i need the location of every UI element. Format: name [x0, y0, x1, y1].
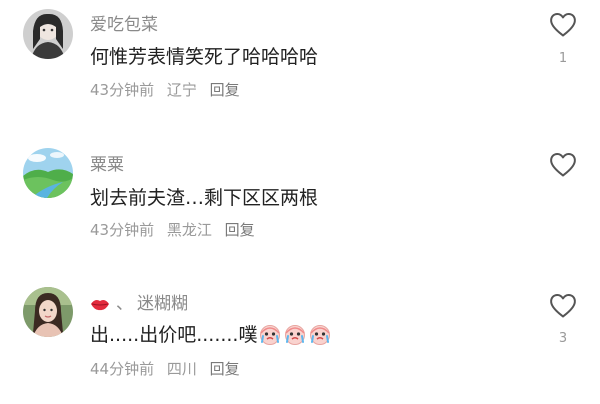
comment-location: 四川: [166, 360, 197, 378]
comment-time: 43分钟前: [90, 81, 155, 99]
comment-text: 出.....出价吧.......噗: [90, 320, 332, 350]
crying-emoji-icon: [258, 323, 282, 350]
heart-icon: [550, 13, 576, 37]
comment-time: 43分钟前: [90, 221, 155, 239]
comment-meta: 44分钟前 四川 回复: [90, 358, 248, 379]
like-count: 1: [558, 51, 568, 66]
comment-meta: 43分钟前 黑龙江 回复: [90, 219, 263, 240]
comment-list: 爱吃包菜 何惟芳表情笑死了哈哈哈哈 43分钟前 辽宁 回复 1 粟粟 划去前夫渣…: [0, 0, 600, 404]
comment-text: 划去前夫渣…剩下区区两根: [90, 187, 319, 209]
heart-icon: [550, 153, 576, 177]
comment-text-body: 出.....出价吧.......噗: [90, 324, 258, 346]
like-button[interactable]: [549, 12, 577, 42]
reply-button[interactable]: 回复: [210, 360, 240, 378]
comment-location: 辽宁: [166, 81, 197, 99]
crying-emoji-icon: [308, 323, 332, 350]
reply-button[interactable]: 回复: [225, 221, 255, 239]
comment-item: 爱吃包菜 何惟芳表情笑死了哈哈哈哈 43分钟前 辽宁 回复 1: [0, 0, 600, 130]
like-button[interactable]: [549, 293, 577, 323]
username[interactable]: 粟粟: [90, 150, 124, 175]
comment-time: 44分钟前: [90, 360, 155, 378]
comment-text: 何惟芳表情笑死了哈哈哈哈: [90, 46, 319, 68]
username[interactable]: 爱吃包菜: [90, 10, 158, 35]
comment-item: 、迷糊糊 出.....出价吧.......噗 44分钟前 四川 回复 3: [0, 277, 600, 404]
avatar-girl-photo-icon: [23, 9, 73, 59]
username[interactable]: 、迷糊糊: [90, 289, 188, 317]
reply-button[interactable]: 回复: [210, 81, 240, 99]
avatar[interactable]: [23, 287, 73, 337]
crying-emoji-icon: [283, 323, 307, 350]
heart-icon: [550, 294, 576, 318]
avatar[interactable]: [23, 9, 73, 59]
username-separator: 、: [116, 294, 133, 314]
like-button[interactable]: [549, 152, 577, 182]
avatar-landscape-photo-icon: [23, 148, 73, 198]
comment-item: 粟粟 划去前夫渣…剩下区区两根 43分钟前 黑龙江 回复: [0, 136, 600, 266]
avatar-girl-outdoor-photo-icon: [23, 287, 73, 337]
avatar[interactable]: [23, 148, 73, 198]
lips-emoji-icon: [90, 296, 110, 317]
like-count: 3: [558, 331, 568, 346]
username-text: 迷糊糊: [137, 294, 188, 314]
comment-location: 黑龙江: [166, 221, 212, 239]
comment-meta: 43分钟前 辽宁 回复: [90, 79, 248, 100]
